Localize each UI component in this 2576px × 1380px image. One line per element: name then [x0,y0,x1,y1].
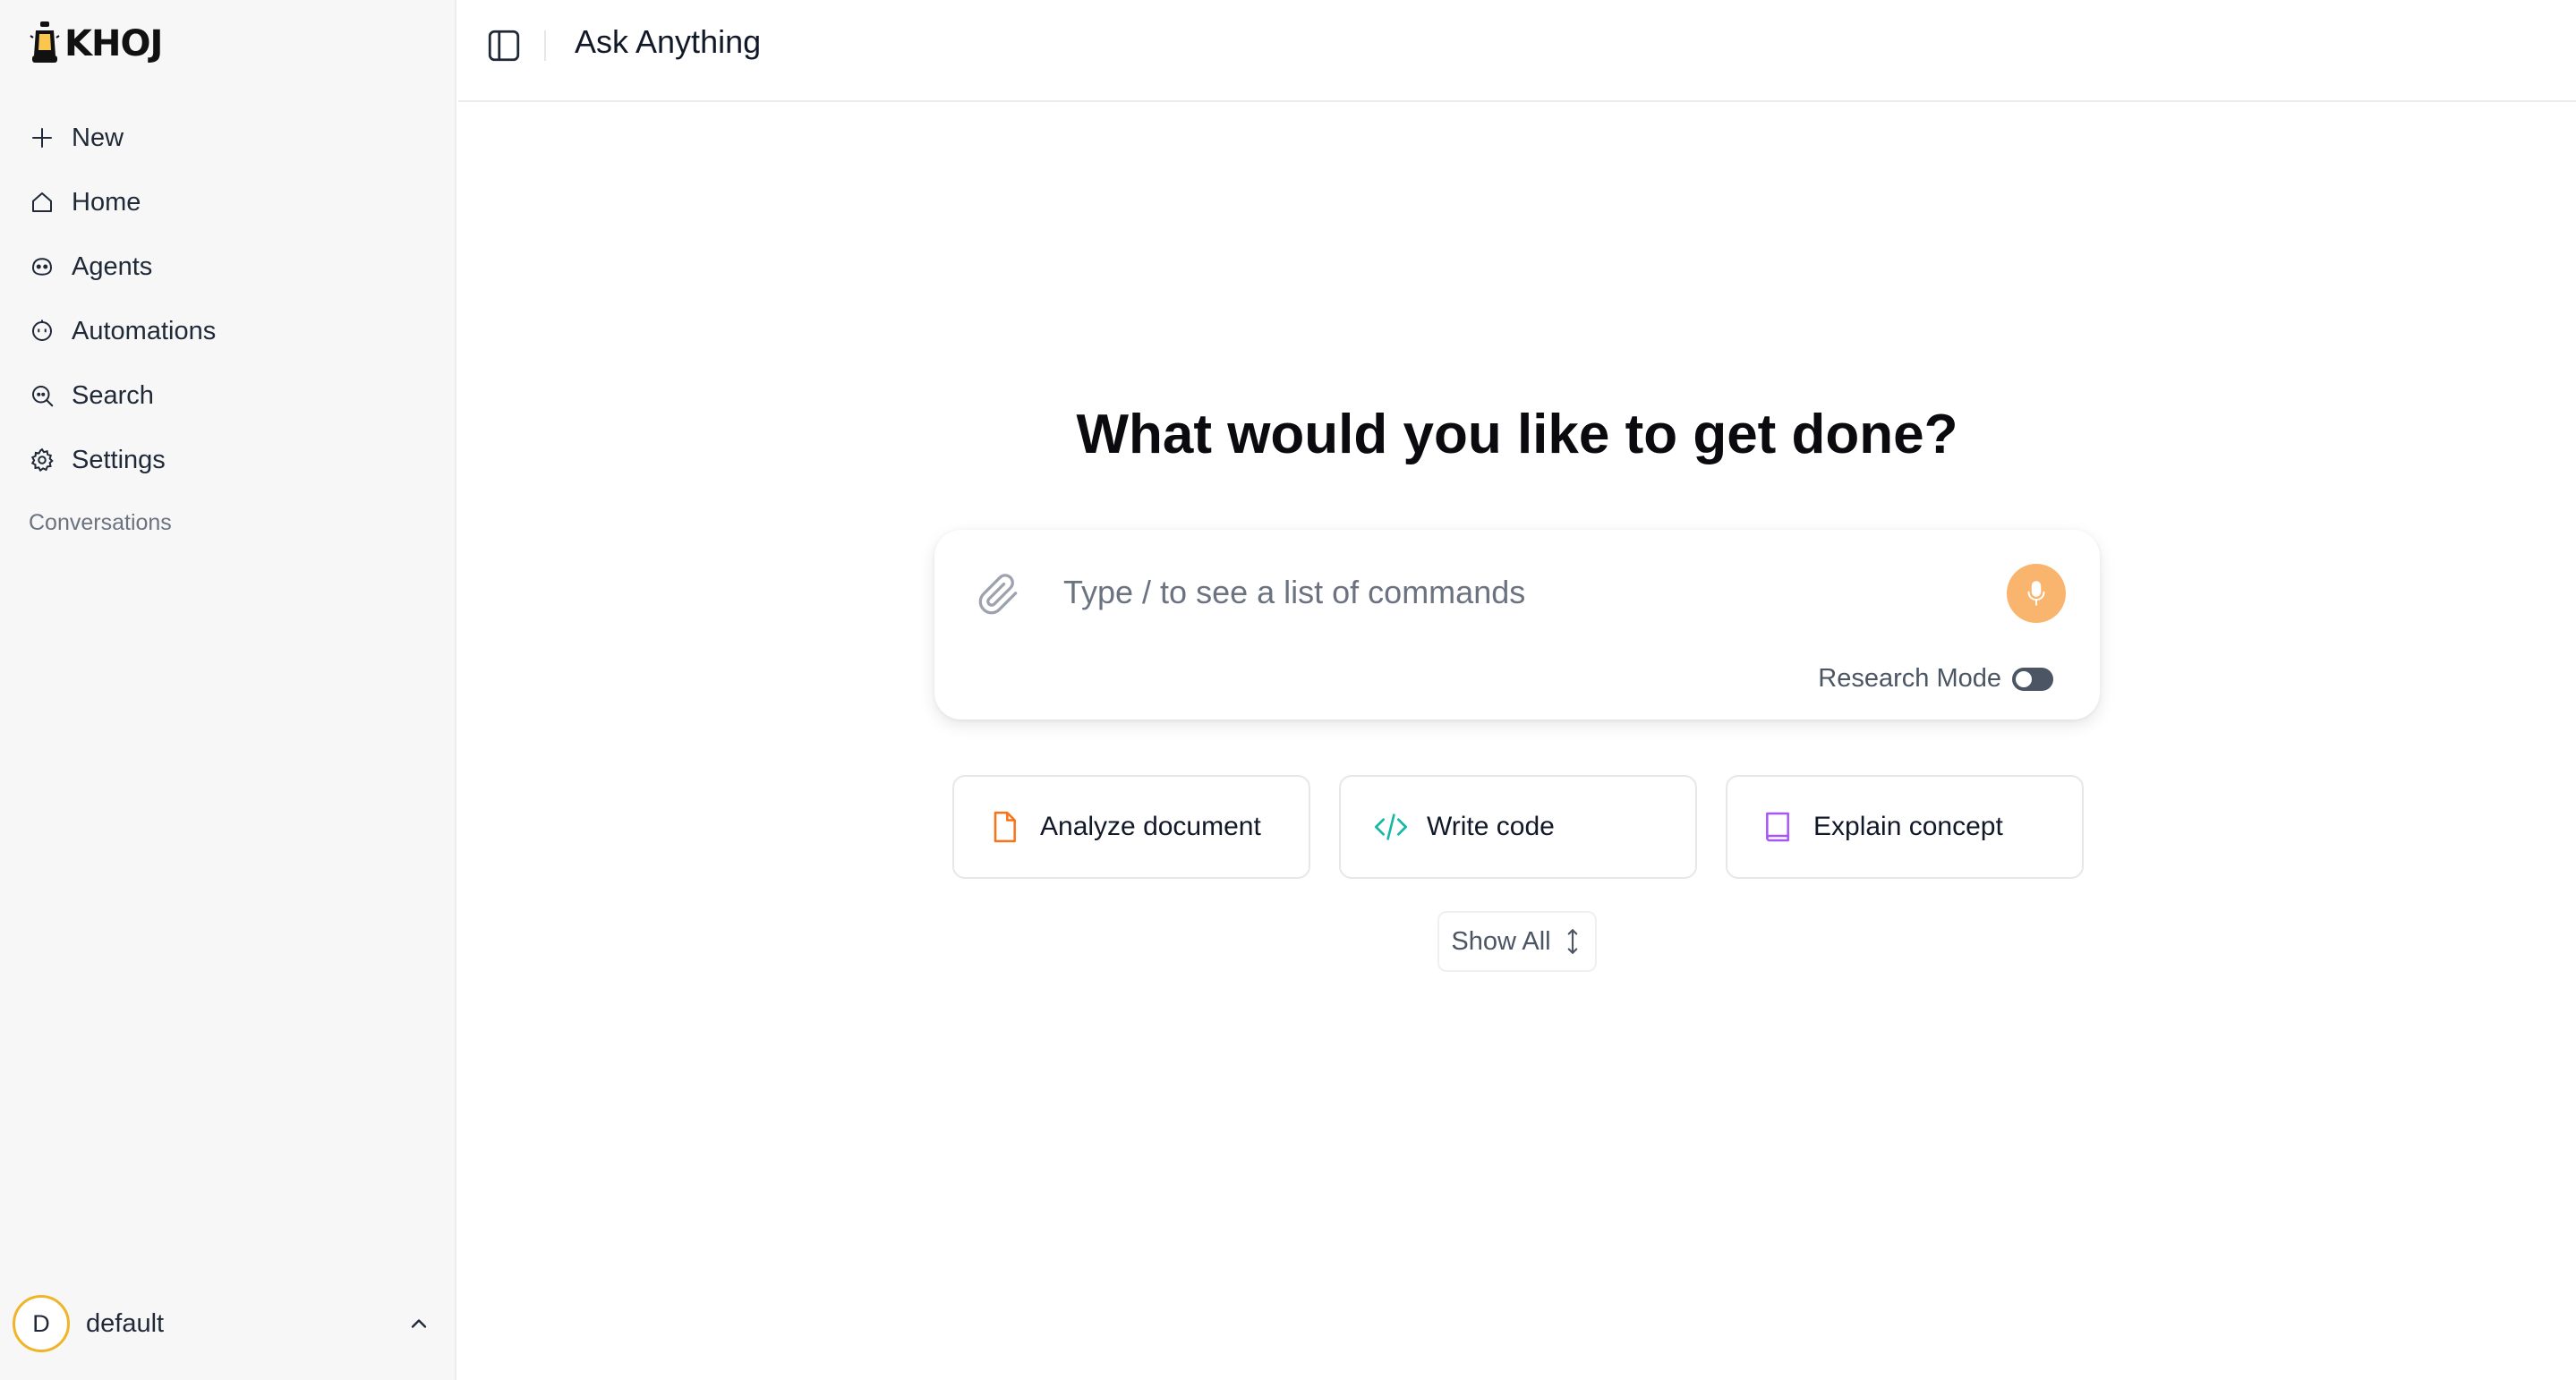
toggle-knob [2016,670,2032,687]
sidebar-nav: New Home Agents Automations Search Setti… [21,106,433,492]
sidebar-item-label: Agents [72,251,153,281]
book-icon [1766,812,1789,842]
sidebar-item-label: Home [72,187,141,217]
user-name: default [86,1308,165,1338]
suggestion-cards: Analyze document Write code Explain conc… [952,775,2086,879]
chat-input[interactable] [1062,566,1957,619]
home-icon [32,192,52,212]
microphone-icon [2027,581,2045,606]
document-icon [994,811,1016,843]
suggestion-label: Explain concept [1813,812,2003,841]
suggestion-write-code[interactable]: Write code [1339,775,1697,879]
headline: What would you like to get done? [1076,404,1958,465]
agent-icon [31,258,53,276]
sidebar-item-label: New [72,123,124,152]
research-mode-toggle[interactable] [2012,667,2053,691]
show-all-label: Show All [1451,926,1551,956]
sidebar-item-label: Search [72,380,154,410]
research-mode-row: Research Mode [1818,664,2053,694]
code-icon [1375,814,1407,840]
gear-icon [30,447,54,473]
suggestion-label: Analyze document [1040,812,1261,841]
plus-icon [32,128,52,148]
sidebar-item-home[interactable]: Home [21,170,433,234]
header-divider [544,30,546,61]
sidebar: KHOJ New Home Agents Automations Search … [0,0,456,1380]
sidebar-item-settings[interactable]: Settings [21,428,433,492]
sidebar-item-new[interactable]: New [21,106,433,170]
search-icon [32,386,54,407]
sidebar-panel-icon [488,30,520,62]
automation-icon [32,319,52,341]
research-mode-label: Research Mode [1818,664,2001,693]
top-header: Ask Anything [458,0,2576,102]
chevron-up-icon[interactable] [406,1311,431,1336]
suggestion-label: Write code [1427,812,1555,841]
sidebar-item-search[interactable]: Search [21,363,433,428]
sidebar-item-automations[interactable]: Automations [21,299,433,363]
khoj-logo[interactable]: KHOJ [29,16,163,72]
show-all-button[interactable]: Show All [1437,911,1597,972]
sidebar-toggle-button[interactable] [483,25,525,66]
chat-input-box: Research Mode [934,530,2100,720]
expand-vertical-icon [1567,929,1577,954]
suggestion-explain-concept[interactable]: Explain concept [1726,775,2084,879]
lantern-icon [30,21,60,63]
suggestion-analyze-document[interactable]: Analyze document [952,775,1310,879]
avatar: D [13,1295,70,1352]
logo-text: KHOJ [64,23,163,64]
sidebar-item-label: Automations [72,316,217,345]
page-title: Ask Anything [575,23,762,60]
conversations-heading: Conversations [29,510,172,535]
microphone-button[interactable] [2007,564,2066,623]
sidebar-item-agents[interactable]: Agents [21,234,433,299]
user-menu[interactable]: D default [13,1293,448,1354]
sidebar-item-label: Settings [72,445,166,474]
paperclip-icon[interactable] [974,569,1024,619]
